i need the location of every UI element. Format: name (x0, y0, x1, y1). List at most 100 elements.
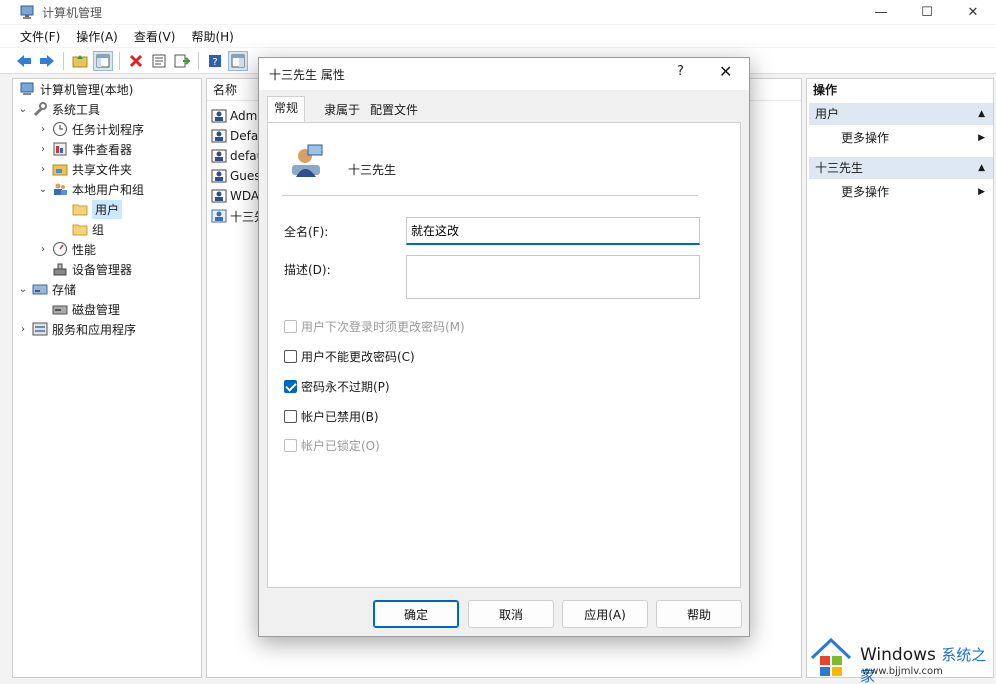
description-label: 描述(D): (284, 263, 331, 277)
shared-folder-icon (52, 161, 68, 177)
toolbar-separator (63, 51, 64, 70)
list-item[interactable]: defau (211, 146, 264, 166)
list-item[interactable]: Admi (211, 106, 261, 126)
dialog-help-text-button[interactable]: 帮助 (656, 600, 742, 628)
chevron-right-icon[interactable]: › (17, 324, 29, 335)
user-icon (211, 108, 227, 124)
folder-icon (72, 221, 88, 237)
users-group-icon (52, 181, 68, 197)
tree-node-performance[interactable]: › 性能 (37, 239, 96, 259)
chevron-right-icon[interactable]: › (37, 144, 49, 155)
disk-icon (52, 301, 68, 317)
windows-house-logo-icon (810, 637, 852, 676)
submenu-arrow-icon: ▶ (978, 187, 985, 197)
collapse-triangle-icon[interactable]: ▲ (978, 103, 985, 125)
tree-node-device-manager[interactable]: 设备管理器 (49, 259, 132, 279)
menu-bar: 文件(F) 操作(A) 查看(V) 帮助(H) (0, 25, 996, 47)
services-icon (32, 321, 48, 337)
checkbox-box (284, 438, 297, 452)
tree-node-system-tools[interactable]: ⌄ 系统工具 (17, 99, 100, 119)
cancel-button[interactable]: 取消 (468, 600, 554, 628)
window-title: 计算机管理 (42, 5, 103, 20)
tab-general[interactable]: 常规 (267, 96, 306, 122)
full-name-label: 全名(F): (284, 225, 329, 239)
more-actions-selected-user[interactable]: 更多操作 ▶ (809, 181, 993, 203)
user-avatar-icon (290, 143, 324, 177)
action-pane-icon[interactable] (228, 50, 248, 71)
up-folder-icon[interactable] (70, 51, 90, 71)
more-actions-users[interactable]: 更多操作 ▶ (809, 127, 993, 149)
chevron-right-icon[interactable]: › (37, 244, 49, 255)
menu-action[interactable]: 操作(A) (76, 28, 118, 45)
maximize-button[interactable]: ☐ (904, 0, 950, 24)
tab-member-of[interactable]: 隶属于 (317, 98, 367, 122)
watermark-brand: Windows 系统之家 (860, 645, 987, 684)
chevron-right-icon[interactable]: › (37, 124, 49, 135)
export-list-icon[interactable] (172, 51, 192, 71)
clock-icon (52, 121, 68, 137)
menu-view[interactable]: 查看(V) (134, 28, 176, 45)
tree-node-shared-folders[interactable]: › 共享文件夹 (37, 159, 132, 179)
tree-node-groups[interactable]: 组 (69, 219, 104, 239)
actions-section-users[interactable]: 用户 ▲ (809, 103, 993, 125)
tree-node-users[interactable]: 用户 (69, 199, 123, 219)
checkmark-icon (284, 379, 297, 393)
list-item[interactable]: WDA (211, 186, 259, 206)
actions-pane: 操作 用户 ▲ 更多操作 ▶ 十三先生 ▲ 更多操作 ▶ (806, 78, 994, 678)
tree-node-event-viewer[interactable]: › 事件查看器 (37, 139, 132, 159)
minimize-button[interactable]: — (858, 0, 904, 24)
computer-management-window: 计算机管理 — ☐ ✕ 文件(F) 操作(A) 查看(V) 帮助(H) ? 计算… (0, 0, 996, 684)
checkbox-box (284, 409, 297, 423)
full-name-input[interactable] (406, 217, 700, 245)
checkbox-box (284, 349, 297, 363)
checkbox-box (284, 319, 297, 333)
computer-icon (20, 81, 36, 97)
tree-node-services-applications[interactable]: › 服务和应用程序 (17, 319, 136, 339)
user-icon (211, 208, 227, 224)
tree-node-local-users-groups[interactable]: ⌄ 本地用户和组 (37, 179, 144, 199)
svg-text:?: ? (212, 57, 217, 68)
menu-help[interactable]: 帮助(H) (191, 28, 233, 45)
list-item[interactable]: Gues (211, 166, 261, 186)
toolbar-separator (119, 51, 120, 70)
chevron-down-icon[interactable]: ⌄ (17, 104, 29, 115)
actions-header: 操作 (813, 83, 838, 97)
user-icon (211, 188, 227, 204)
must-change-password-checkbox[interactable]: 用户下次登录时须更改密码(M) (284, 317, 465, 335)
dialog-close-button[interactable]: ✕ (719, 62, 732, 81)
tree-node-computer-management[interactable]: 计算机管理(本地) (17, 79, 133, 99)
dialog-help-button[interactable]: ? (677, 64, 684, 79)
tree-node-task-scheduler[interactable]: › 任务计划程序 (37, 119, 144, 139)
chevron-down-icon[interactable]: ⌄ (37, 184, 49, 195)
description-input[interactable] (406, 255, 700, 299)
close-window-button[interactable]: ✕ (950, 0, 996, 24)
collapse-triangle-icon[interactable]: ▲ (978, 157, 985, 179)
delete-icon[interactable] (126, 51, 146, 71)
forward-arrow-icon[interactable] (37, 51, 57, 71)
console-tree: 计算机管理(本地) ⌄ 系统工具 › 任务计划程序 › 事件查看器 › 共享文件… (12, 78, 202, 678)
actions-section-selected-user[interactable]: 十三先生 ▲ (809, 157, 993, 179)
tree-node-storage[interactable]: ⌄ 存储 (17, 279, 76, 299)
general-tab-panel: 十三先生 全名(F): 描述(D): 用户下次登录时须更改密码(M) 用户不能更… (267, 122, 741, 588)
watermark: Windows 系统之家 www.bjjmlv.com (806, 632, 996, 684)
tab-profile[interactable]: 配置文件 (363, 98, 425, 122)
menu-file[interactable]: 文件(F) (20, 28, 60, 45)
storage-icon (32, 281, 48, 297)
account-disabled-checkbox[interactable]: 帐户已禁用(B) (284, 407, 379, 425)
password-never-expires-checkbox[interactable]: 密码永不过期(P) (284, 377, 390, 395)
properties-icon[interactable] (149, 51, 169, 71)
user-header: 十三先生 (290, 135, 710, 185)
chevron-down-icon[interactable]: ⌄ (17, 284, 29, 295)
cannot-change-password-checkbox[interactable]: 用户不能更改密码(C) (284, 347, 415, 365)
show-hide-tree-icon[interactable] (93, 50, 113, 71)
help-icon[interactable]: ? (205, 51, 225, 71)
apply-button[interactable]: 应用(A) (562, 600, 648, 628)
chevron-right-icon[interactable]: › (37, 164, 49, 175)
watermark-url: www.bjjmlv.com (862, 666, 943, 677)
account-locked-checkbox[interactable]: 帐户已锁定(O) (284, 436, 380, 454)
tree-node-disk-management[interactable]: 磁盘管理 (49, 299, 120, 319)
computer-management-icon (20, 4, 36, 20)
performance-icon (52, 241, 68, 257)
back-arrow-icon[interactable] (14, 51, 34, 71)
ok-button[interactable]: 确定 (373, 600, 459, 628)
